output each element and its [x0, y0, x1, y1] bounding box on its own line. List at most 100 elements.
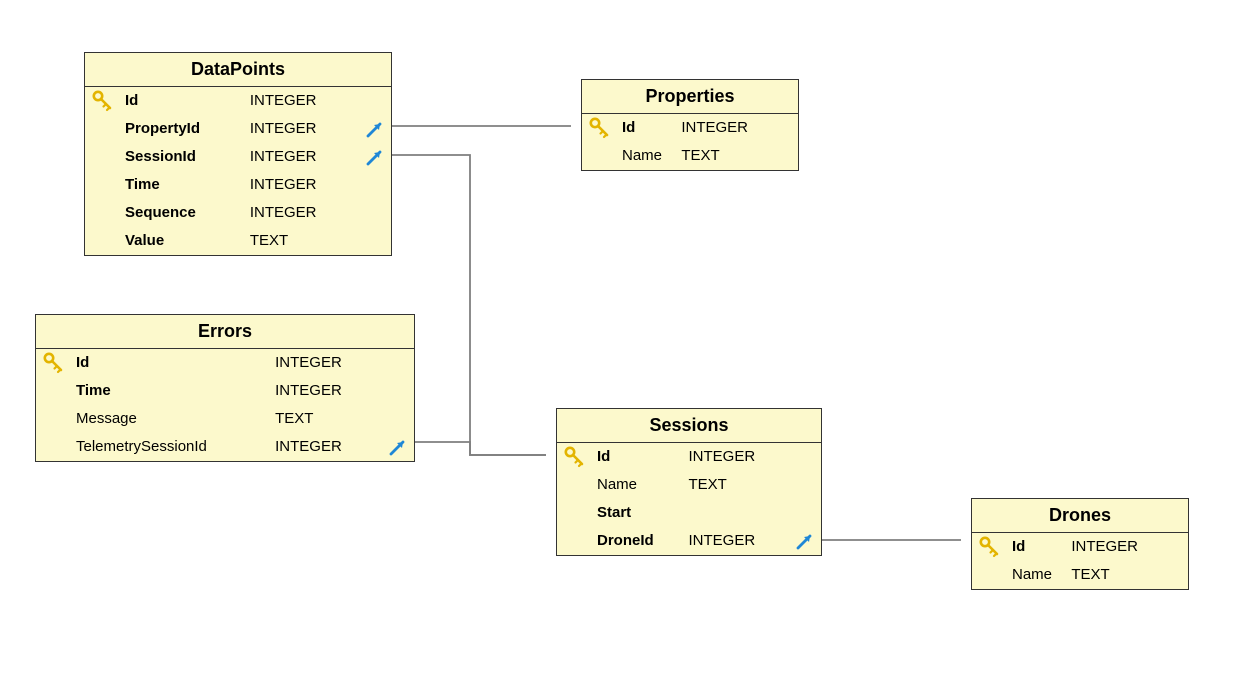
- field-row: TelemetrySessionIdINTEGER: [36, 433, 414, 461]
- foreign-key-icon: [365, 147, 385, 167]
- field-name: SessionId: [121, 143, 246, 171]
- fk-cell: [789, 443, 821, 471]
- field-type: [685, 499, 790, 527]
- relation-dp-to-sessions: [392, 155, 546, 455]
- key-icon: [92, 90, 114, 112]
- field-row: NameTEXT: [582, 142, 798, 170]
- field-row: IdINTEGER: [557, 443, 821, 471]
- entity-title: Properties: [582, 80, 798, 114]
- field-name: Message: [72, 405, 271, 433]
- field-row: IdINTEGER: [85, 87, 391, 115]
- key-icon: [979, 536, 1001, 558]
- field-row: IdINTEGER: [582, 114, 798, 142]
- foreign-key-icon: [365, 119, 385, 139]
- field-row: IdINTEGER: [972, 533, 1188, 561]
- entity-title: Sessions: [557, 409, 821, 443]
- field-name: Id: [593, 443, 685, 471]
- fk-cell: [359, 87, 391, 115]
- pk-cell: [85, 227, 121, 255]
- entity-body: IdINTEGERPropertyIdINTEGERSessionIdINTEG…: [85, 87, 391, 255]
- field-row: NameTEXT: [972, 561, 1188, 589]
- pk-cell: [582, 114, 618, 142]
- entity-sessions: Sessions IdINTEGERNameTEXTStartDroneIdIN…: [556, 408, 822, 556]
- fk-cell: [1156, 533, 1188, 561]
- entity-title: DataPoints: [85, 53, 391, 87]
- field-type: INTEGER: [271, 377, 382, 405]
- fk-cell: [359, 143, 391, 171]
- fk-cell: [382, 433, 414, 461]
- fk-cell: [789, 527, 821, 555]
- fk-cell: [789, 471, 821, 499]
- fk-cell: [382, 377, 414, 405]
- field-type: INTEGER: [685, 443, 790, 471]
- relation-errors-to-sessions: [415, 442, 546, 455]
- field-row: PropertyIdINTEGER: [85, 115, 391, 143]
- pk-cell: [557, 471, 593, 499]
- fk-cell: [766, 142, 798, 170]
- pk-cell: [582, 142, 618, 170]
- entity-datapoints: DataPoints IdINTEGERPropertyIdINTEGERSes…: [84, 52, 392, 256]
- key-icon: [43, 352, 65, 374]
- field-type: INTEGER: [246, 143, 359, 171]
- pk-cell: [972, 561, 1008, 589]
- entity-body: IdINTEGERNameTEXT: [582, 114, 798, 170]
- pk-cell: [36, 349, 72, 377]
- field-name: PropertyId: [121, 115, 246, 143]
- field-row: NameTEXT: [557, 471, 821, 499]
- fk-cell: [766, 114, 798, 142]
- pk-cell: [85, 199, 121, 227]
- field-name: Time: [121, 171, 246, 199]
- entity-drones: Drones IdINTEGERNameTEXT: [971, 498, 1189, 590]
- fk-cell: [789, 499, 821, 527]
- field-row: ValueTEXT: [85, 227, 391, 255]
- field-name: Value: [121, 227, 246, 255]
- field-name: Name: [593, 471, 685, 499]
- field-name: Sequence: [121, 199, 246, 227]
- entity-body: IdINTEGERNameTEXT: [972, 533, 1188, 589]
- field-name: Name: [618, 142, 677, 170]
- field-row: DroneIdINTEGER: [557, 527, 821, 555]
- pk-cell: [557, 499, 593, 527]
- field-type: INTEGER: [271, 349, 382, 377]
- field-type: INTEGER: [1067, 533, 1156, 561]
- fk-cell: [382, 405, 414, 433]
- fk-cell: [359, 171, 391, 199]
- pk-cell: [85, 115, 121, 143]
- field-row: IdINTEGER: [36, 349, 414, 377]
- pk-cell: [557, 527, 593, 555]
- pk-cell: [557, 443, 593, 471]
- field-type: INTEGER: [677, 114, 766, 142]
- fk-cell: [359, 199, 391, 227]
- field-type: TEXT: [685, 471, 790, 499]
- field-row: TimeINTEGER: [36, 377, 414, 405]
- field-type: INTEGER: [246, 115, 359, 143]
- field-name: Id: [1008, 533, 1067, 561]
- field-type: INTEGER: [246, 199, 359, 227]
- pk-cell: [36, 433, 72, 461]
- field-row: SessionIdINTEGER: [85, 143, 391, 171]
- pk-cell: [972, 533, 1008, 561]
- pk-cell: [85, 143, 121, 171]
- key-icon: [589, 117, 611, 139]
- field-row: SequenceINTEGER: [85, 199, 391, 227]
- pk-cell: [36, 405, 72, 433]
- field-type: INTEGER: [246, 171, 359, 199]
- fk-cell: [1156, 561, 1188, 589]
- entity-title: Drones: [972, 499, 1188, 533]
- field-type: INTEGER: [271, 433, 382, 461]
- field-type: TEXT: [1067, 561, 1156, 589]
- foreign-key-icon: [388, 437, 408, 457]
- field-row: TimeINTEGER: [85, 171, 391, 199]
- field-name: Name: [1008, 561, 1067, 589]
- fk-cell: [382, 349, 414, 377]
- field-type: TEXT: [677, 142, 766, 170]
- entity-title: Errors: [36, 315, 414, 349]
- pk-cell: [36, 377, 72, 405]
- field-name: Start: [593, 499, 685, 527]
- key-icon: [564, 446, 586, 468]
- entity-properties: Properties IdINTEGERNameTEXT: [581, 79, 799, 171]
- field-name: Id: [618, 114, 677, 142]
- field-name: DroneId: [593, 527, 685, 555]
- pk-cell: [85, 171, 121, 199]
- pk-cell: [85, 87, 121, 115]
